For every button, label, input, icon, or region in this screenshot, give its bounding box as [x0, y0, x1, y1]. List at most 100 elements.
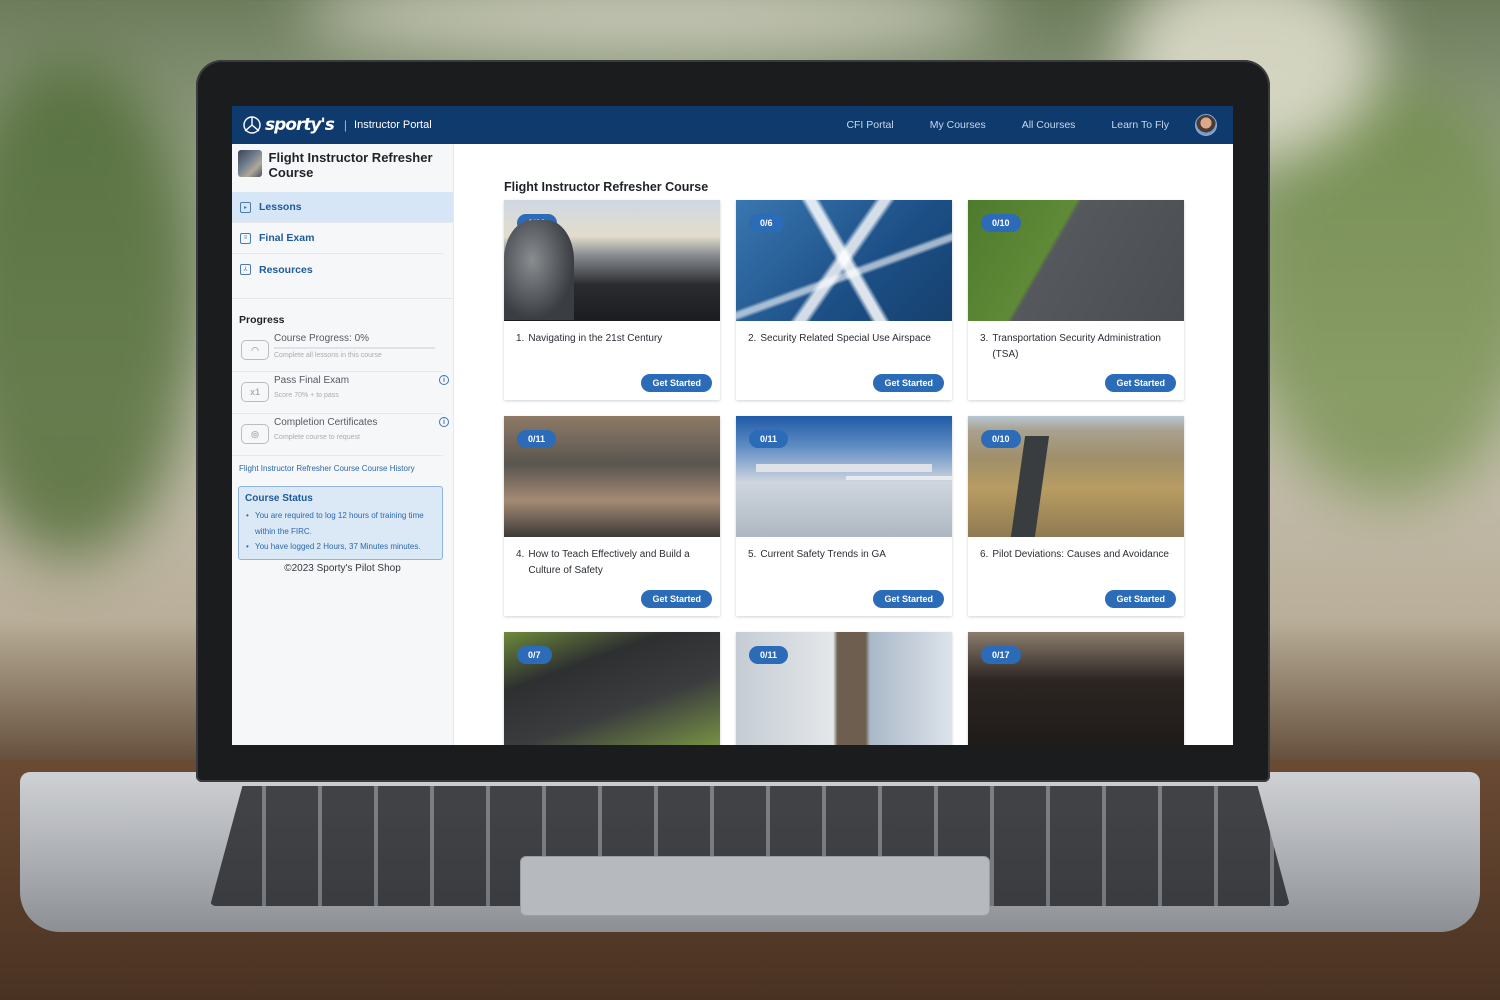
- lesson-image: 0/10: [968, 416, 1184, 537]
- certificates-hint: Complete course to request: [274, 434, 360, 441]
- lesson-number: 5.: [748, 549, 757, 560]
- lesson-grid: 0/10 1. Navigating in the 21st Century Ge…: [504, 200, 1233, 745]
- course-progress-label: Course Progress: 0%: [274, 333, 370, 344]
- lesson-progress-badge: 0/10: [517, 214, 557, 232]
- header-divider: |: [343, 118, 348, 132]
- info-icon[interactable]: i: [439, 375, 449, 385]
- exam-hint: Score 70% + to pass: [274, 392, 339, 399]
- lesson-progress-badge: 0/10: [981, 430, 1021, 448]
- progress-item-course: ◠ Course Progress: 0% Complete all lesso…: [232, 330, 443, 372]
- sidebar-item-label: Lessons: [259, 201, 302, 213]
- lesson-number: 4.: [516, 549, 525, 560]
- sidebar-item-label: Resources: [259, 263, 313, 276]
- course-sidebar: Flight Instructor Refresher Course ▸ Les…: [232, 144, 454, 745]
- background-light: [300, 0, 1000, 60]
- lesson-progress-badge: 0/6: [749, 214, 784, 232]
- course-thumbnail: [238, 150, 262, 177]
- lesson-title: Security Related Special Use Airspace: [760, 333, 931, 344]
- lesson-title: Current Safety Trends in GA: [760, 549, 886, 560]
- info-icon[interactable]: i: [439, 417, 449, 427]
- portal-label: Instructor Portal: [354, 119, 432, 131]
- user-avatar[interactable]: [1195, 114, 1217, 136]
- progress-heading: Progress: [239, 314, 285, 326]
- status-item: You are required to log 12 hours of trai…: [245, 508, 436, 539]
- lesson-progress-badge: 0/11: [749, 430, 789, 448]
- lesson-progress-badge: 0/11: [517, 430, 557, 448]
- lesson-card[interactable]: 0/11 4. How to Teach Effectively and Buil…: [504, 416, 720, 616]
- lesson-image: 0/7: [504, 632, 720, 745]
- lesson-card[interactable]: 0/17: [968, 632, 1184, 745]
- sidebar-item-final-exam[interactable]: ≡ Final Exam: [232, 223, 443, 254]
- exam-icon: x1: [241, 382, 269, 402]
- laptop-trackpad: [520, 856, 990, 916]
- lesson-image: 0/10: [968, 200, 1184, 321]
- laptop-base: [20, 772, 1480, 932]
- course-progress-hint: Complete all lessons in this course: [274, 352, 382, 359]
- lesson-card[interactable]: 0/7: [504, 632, 720, 745]
- main-nav: CFI Portal My Courses All Courses Learn …: [810, 114, 1223, 136]
- lesson-title: Navigating in the 21st Century: [528, 333, 663, 344]
- lesson-number: 3.: [980, 333, 989, 344]
- lesson-card[interactable]: 0/10 6. Pilot Deviations: Causes and Avoi…: [968, 416, 1184, 616]
- main-content: Flight Instructor Refresher Course 0/10 …: [454, 144, 1233, 745]
- lesson-number: 2.: [748, 333, 757, 344]
- nav-all-courses[interactable]: All Courses: [1022, 119, 1076, 131]
- course-history-link[interactable]: Flight Instructor Refresher Course Cours…: [232, 456, 453, 473]
- lesson-title: How to Teach Effectively and Build a Cul…: [528, 549, 690, 576]
- background-plant-left: [0, 60, 200, 560]
- pdf-icon: ⅄: [240, 264, 251, 275]
- certificates-label: Completion Certificates: [274, 417, 378, 428]
- lesson-title: Transportation Security Administration (…: [992, 333, 1161, 360]
- course-status-title: Course Status: [245, 493, 313, 504]
- lesson-image: 0/6: [736, 200, 952, 321]
- get-started-button[interactable]: Get Started: [1105, 374, 1176, 392]
- progress-item-exam: x1 Pass Final Exam Score 70% + to pass i: [232, 372, 449, 414]
- lesson-card[interactable]: 0/11 5. Current Safety Trends in GA Get S…: [736, 416, 952, 616]
- sidebar-item-label: Final Exam: [259, 232, 315, 244]
- nav-learn-to-fly[interactable]: Learn To Fly: [1111, 119, 1169, 131]
- get-started-button[interactable]: Get Started: [641, 590, 712, 608]
- course-status-box: Course Status You are required to log 12…: [238, 486, 443, 560]
- nav-my-courses[interactable]: My Courses: [930, 119, 986, 131]
- lesson-progress-badge: 0/7: [517, 646, 552, 664]
- lesson-number: 1.: [516, 333, 525, 344]
- page-title: Flight Instructor Refresher Course: [504, 180, 709, 194]
- get-started-button[interactable]: Get Started: [873, 590, 944, 608]
- brand-name: sporty's: [265, 115, 335, 135]
- lesson-card[interactable]: 0/6 2. Security Related Special Use Airsp…: [736, 200, 952, 400]
- lesson-card[interactable]: 0/10 1. Navigating in the 21st Century Ge…: [504, 200, 720, 400]
- get-started-button[interactable]: Get Started: [1105, 590, 1176, 608]
- sportys-logo[interactable]: sporty's: [242, 115, 335, 135]
- copyright: ©2023 Sporty's Pilot Shop: [284, 562, 401, 574]
- lesson-progress-badge: 0/10: [981, 214, 1021, 232]
- get-started-button[interactable]: Get Started: [873, 374, 944, 392]
- course-title: Flight Instructor Refresher Course: [268, 150, 433, 180]
- get-started-button[interactable]: Get Started: [641, 374, 712, 392]
- lesson-image: 0/17: [968, 632, 1184, 745]
- course-progress-bar: [274, 347, 435, 349]
- sidebar-item-lessons[interactable]: ▸ Lessons: [232, 192, 453, 223]
- lesson-progress-badge: 0/17: [981, 646, 1021, 664]
- lesson-image: 0/11: [736, 416, 952, 537]
- lesson-image: 0/11: [504, 416, 720, 537]
- course-header: Flight Instructor Refresher Course: [232, 144, 453, 192]
- app-screen: sporty's | Instructor Portal CFI Portal …: [232, 106, 1233, 745]
- lesson-card[interactable]: 0/10 3. Transportation Security Administr…: [968, 200, 1184, 400]
- sidebar-divider: [232, 285, 453, 299]
- lesson-progress-badge: 0/11: [749, 646, 789, 664]
- lesson-card[interactable]: 0/11: [736, 632, 952, 745]
- lesson-image: 0/10: [504, 200, 720, 321]
- lesson-title: Pilot Deviations: Causes and Avoidance: [992, 549, 1169, 560]
- lesson-number: 6.: [980, 549, 989, 560]
- propeller-logo-icon: [243, 116, 261, 134]
- gauge-icon: ◠: [241, 340, 269, 360]
- video-icon: ▸: [240, 201, 251, 213]
- top-nav-bar: sporty's | Instructor Portal CFI Portal …: [232, 106, 1233, 144]
- nav-cfi-portal[interactable]: CFI Portal: [846, 119, 893, 131]
- exam-label: Pass Final Exam: [274, 375, 350, 386]
- document-icon: ≡: [240, 232, 251, 244]
- status-item: You have logged 2 Hours, 37 Minutes minu…: [245, 539, 436, 555]
- sidebar-item-resources[interactable]: ⅄ Resources: [232, 254, 443, 285]
- progress-item-certificates: ◎ Completion Certificates Complete cours…: [232, 414, 449, 456]
- certificate-icon: ◎: [241, 424, 269, 444]
